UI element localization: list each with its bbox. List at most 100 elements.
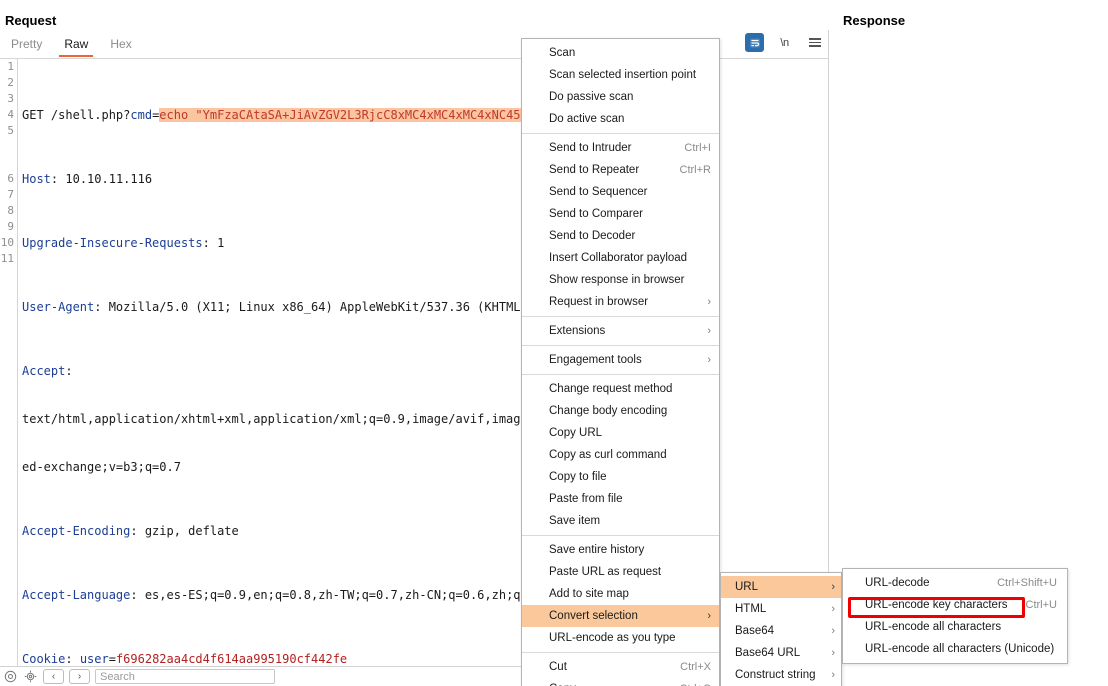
menu-item-accelerator: Ctrl+Shift+U [997, 577, 1057, 589]
menu-item-label: Base64 [735, 625, 775, 637]
line-number [0, 139, 17, 155]
chevron-right-icon: › [707, 296, 711, 308]
header-value: 1 [209, 236, 225, 250]
line-number-gutter: 1 2 3 4 5 6 7 8 9 10 11 [0, 59, 18, 667]
gear-icon[interactable] [23, 669, 38, 684]
menu-item-send-to-sequencer[interactable]: Send to Sequencer [522, 181, 719, 203]
next-match-button[interactable]: › [69, 669, 90, 684]
tab-raw[interactable]: Raw [53, 34, 99, 57]
cookie-name: user [72, 652, 109, 666]
menu-separator [522, 133, 719, 134]
menu-item-label: Change request method [549, 383, 673, 395]
header-name: Accept-Encoding [22, 524, 131, 538]
header-value: Mozilla/5.0 (X11; Linux x86_64) AppleWeb… [101, 300, 543, 314]
convert-selection-submenu[interactable]: URL › HTML › Base64 › Base64 URL › Const… [720, 572, 842, 686]
menu-item-request-in-browser[interactable]: Request in browser › [522, 291, 719, 313]
url-convert-submenu[interactable]: URL-decode Ctrl+Shift+U URL-encode key c… [842, 568, 1068, 664]
newline-toggle-icon[interactable]: \n [775, 33, 794, 52]
menu-item-save-entire-history[interactable]: Save entire history [522, 539, 719, 561]
menu-item-copy-url[interactable]: Copy URL [522, 422, 719, 444]
menu-item-paste-url-as-request[interactable]: Paste URL as request [522, 561, 719, 583]
header-value-cont: text/html,application/xhtml+xml,applicat… [22, 412, 543, 426]
header-name: Host [22, 172, 51, 186]
line-number: 11 [0, 252, 14, 265]
line-number: 7 [7, 188, 14, 201]
equals-sign: = [108, 652, 116, 666]
search-circle-icon[interactable] [3, 669, 18, 684]
menu-item-copy-to-file[interactable]: Copy to file [522, 466, 719, 488]
word-wrap-icon[interactable] [745, 33, 764, 52]
menu-item-copy-as-curl-command[interactable]: Copy as curl command [522, 444, 719, 466]
menu-item-label: Paste from file [549, 493, 623, 505]
menu-item-label: Add to site map [549, 588, 629, 600]
menu-item-label: URL-encode as you type [549, 632, 676, 644]
menu-item-send-to-repeater[interactable]: Send to Repeater Ctrl+R [522, 159, 719, 181]
line-number: 8 [7, 204, 14, 217]
menu-item-scan-selected-insertion-point[interactable]: Scan selected insertion point [522, 64, 719, 86]
hamburger-menu-icon[interactable] [805, 33, 824, 52]
menu-item-scan[interactable]: Scan [522, 42, 719, 64]
menu-item-label: Save item [549, 515, 601, 527]
prev-match-button[interactable]: ‹ [43, 669, 64, 684]
search-input[interactable]: Search [95, 669, 275, 684]
menu-separator [522, 652, 719, 653]
line-number: 4 [7, 108, 14, 121]
menu-item-label: Base64 URL [735, 647, 801, 659]
menu-item-label: Send to Comparer [549, 208, 643, 220]
menu-item-change-request-method[interactable]: Change request method [522, 378, 719, 400]
chevron-right-icon: › [831, 581, 835, 593]
menu-item-label: HTML [735, 603, 767, 615]
menu-item-label: Scan [549, 47, 576, 59]
menu-item-do-passive-scan[interactable]: Do passive scan [522, 86, 719, 108]
line-number: 9 [7, 220, 14, 233]
menu-item-label: Copy to file [549, 471, 607, 483]
menu-item-paste-from-file[interactable]: Paste from file [522, 488, 719, 510]
menu-item-label: Insert Collaborator payload [549, 252, 688, 264]
menu-item-url-encode-as-you-type[interactable]: URL-encode as you type [522, 627, 719, 649]
menu-item-label: Send to Intruder [549, 142, 632, 154]
submenu-item-url-encode-key-characters[interactable]: URL-encode key characters Ctrl+U [843, 594, 1067, 616]
menu-item-label: Change body encoding [549, 405, 668, 417]
menu-item-cut[interactable]: Cut Ctrl+X [522, 656, 719, 678]
line-number: 2 [7, 76, 14, 89]
menu-item-do-active-scan[interactable]: Do active scan [522, 108, 719, 130]
menu-item-label: Cut [549, 661, 567, 673]
menu-item-show-response-in-browser[interactable]: Show response in browser [522, 269, 719, 291]
menu-item-label: Do active scan [549, 113, 625, 125]
header-name: Accept [22, 364, 66, 378]
menu-item-convert-selection[interactable]: Convert selection › [522, 605, 719, 627]
submenu-item-url-encode-all-characters-unicode[interactable]: URL-encode all characters (Unicode) [843, 638, 1067, 660]
menu-separator [522, 316, 719, 317]
burp-suite-window: Request Response Pretty Raw Hex \n 1 2 3 [0, 0, 1108, 686]
menu-item-copy[interactable]: Copy Ctrl+C [522, 678, 719, 686]
menu-item-engagement-tools[interactable]: Engagement tools › [522, 349, 719, 371]
submenu-item-url[interactable]: URL › [721, 576, 841, 598]
context-menu[interactable]: Scan Scan selected insertion point Do pa… [521, 38, 720, 686]
menu-item-insert-collaborator-payload[interactable]: Insert Collaborator payload [522, 247, 719, 269]
submenu-item-base64-url[interactable]: Base64 URL › [721, 642, 841, 664]
menu-item-send-to-comparer[interactable]: Send to Comparer [522, 203, 719, 225]
menu-item-extensions[interactable]: Extensions › [522, 320, 719, 342]
submenu-item-url-encode-all-characters[interactable]: URL-encode all characters [843, 616, 1067, 638]
submenu-item-url-decode[interactable]: URL-decode Ctrl+Shift+U [843, 572, 1067, 594]
menu-item-add-to-site-map[interactable]: Add to site map [522, 583, 719, 605]
menu-item-label: Save entire history [549, 544, 645, 556]
menu-item-send-to-intruder[interactable]: Send to Intruder Ctrl+I [522, 137, 719, 159]
menu-item-accelerator: Ctrl+U [1025, 599, 1057, 611]
menu-item-label: Request in browser [549, 296, 649, 308]
line-number: 3 [7, 92, 14, 105]
tab-pretty[interactable]: Pretty [0, 34, 53, 55]
menu-item-label: URL-encode all characters (Unicode) [865, 643, 1055, 655]
menu-item-save-item[interactable]: Save item [522, 510, 719, 532]
request-method: GET /shell.php? [22, 108, 131, 122]
line-number: 10 [0, 236, 14, 249]
menu-item-change-body-encoding[interactable]: Change body encoding [522, 400, 719, 422]
submenu-item-construct-string[interactable]: Construct string › [721, 664, 841, 686]
menu-item-label: URL-encode all characters [865, 621, 1002, 633]
chevron-right-icon: › [707, 610, 711, 622]
submenu-item-base64[interactable]: Base64 › [721, 620, 841, 642]
tab-hex[interactable]: Hex [99, 34, 142, 55]
menu-item-label: Show response in browser [549, 274, 685, 286]
menu-item-send-to-decoder[interactable]: Send to Decoder [522, 225, 719, 247]
submenu-item-html[interactable]: HTML › [721, 598, 841, 620]
